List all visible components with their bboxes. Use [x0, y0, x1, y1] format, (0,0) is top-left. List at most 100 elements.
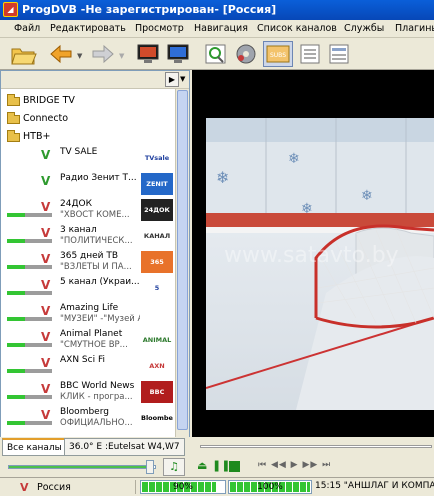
channel-row[interactable]: V 5 канал (Украи... 5	[5, 276, 175, 302]
audio-note-icon[interactable]: ♫	[163, 458, 185, 476]
back-arrow-icon	[50, 44, 72, 64]
channel-logo: Bloomberg	[141, 407, 173, 429]
subtitles-button[interactable]: SUBS	[263, 41, 293, 67]
epg-icon	[205, 44, 226, 64]
channel-status-v-icon: V	[41, 408, 51, 422]
video-frame: ❄ ❄ ❄ ❄ www.satavto.by	[206, 118, 434, 410]
rewind-controls-icon[interactable]: ⏮ ◀◀ ▶ ▶▶ ⏭	[258, 460, 331, 470]
channel-name: 24ДОК	[60, 199, 92, 209]
record-button[interactable]	[232, 41, 260, 67]
seek-bar-area	[192, 437, 434, 457]
channel-row[interactable]: V 3 канал "ПОЛИТИЧЕСК... КАНАЛ	[5, 224, 175, 250]
signal-fill	[7, 421, 25, 425]
channel-signal-bar	[7, 239, 52, 243]
menu-file[interactable]: Файл	[14, 23, 40, 34]
open-button[interactable]	[8, 41, 38, 67]
menu-plugins[interactable]: Плагины	[395, 23, 434, 34]
channel-name: 3 канал	[60, 225, 97, 235]
monitor-icon	[167, 44, 189, 63]
folder-connecto[interactable]: Connecto	[5, 110, 175, 128]
channel-program: "ХВОСТ КОМЕ...	[60, 210, 130, 220]
folder-bridge-tv[interactable]: BRIDGE TV	[5, 92, 175, 110]
stop-icon[interactable]	[229, 461, 240, 472]
tab-all-channels[interactable]: Все каналы	[2, 438, 67, 456]
forward-button[interactable]	[88, 41, 118, 67]
pause-icon[interactable]: ❚❚	[212, 459, 230, 472]
channel-status-v-icon: V	[41, 200, 51, 214]
signal-fill	[7, 265, 25, 269]
region-v-icon: V	[20, 481, 29, 494]
channel-program: ОФИЦИАЛЬНО...	[60, 418, 133, 428]
watermark-text: www.satavto.by	[224, 243, 399, 268]
channel-program: КЛИК - програ...	[60, 392, 133, 402]
list-icon	[300, 44, 320, 64]
volume-thumb[interactable]	[146, 460, 154, 474]
channel-name: Animal Planet	[60, 329, 123, 339]
signal-empty	[25, 317, 52, 321]
signal-empty	[25, 421, 52, 425]
signal-empty	[25, 213, 52, 217]
channel-status-v-icon: V	[41, 148, 51, 162]
channel-row[interactable]: V BBC World NewsКЛИК - програ... BBC WORLD…	[5, 380, 175, 406]
menu-edit[interactable]: Редактировать	[50, 23, 126, 34]
volume-slider[interactable]	[8, 465, 156, 469]
channel-signal-bar	[7, 343, 52, 347]
folder-icon	[7, 94, 20, 106]
open-folder-icon	[11, 48, 37, 65]
signal-fill	[7, 369, 25, 373]
toolbar: ▼ ▼ SUBS	[0, 38, 434, 70]
signal-empty	[25, 395, 52, 399]
subtitles-icon: SUBS	[266, 45, 290, 63]
channel-program: "ПОЛИТИЧЕСК...	[60, 236, 133, 246]
chevron-down-icon[interactable]: ▼	[180, 75, 185, 83]
signal-fill	[7, 317, 25, 321]
monitor-button-1[interactable]	[134, 41, 162, 67]
channel-row[interactable]: V Animal Planet "СМУТНОЕ ВР... ANIMAL	[5, 328, 175, 354]
signal-empty	[25, 291, 52, 295]
channel-status-v-icon: V	[41, 252, 51, 266]
channel-logo: 24ДОК	[141, 199, 173, 221]
monitor-button-2[interactable]	[164, 41, 192, 67]
seek-slider[interactable]	[200, 445, 432, 448]
svg-text:❄: ❄	[216, 168, 229, 187]
forward-arrow-icon	[92, 44, 114, 64]
monitor-icon	[137, 44, 159, 63]
forward-dropdown-icon[interactable]: ▼	[119, 52, 124, 60]
signal-quality-bar: 100%	[228, 480, 312, 494]
channel-name: Радио Зенит Т...	[60, 173, 137, 183]
channel-logo: BBC WORLD NEWS	[141, 381, 173, 403]
menu-services[interactable]: Службы	[344, 23, 384, 34]
channel-row[interactable]: V AXN Sci Fi AXN	[5, 354, 175, 380]
back-dropdown-icon[interactable]: ▼	[77, 52, 82, 60]
eject-icon[interactable]: ⏏	[197, 459, 207, 472]
channel-row[interactable]: VBloombergОФИЦИАЛЬНО...Bloomberg	[5, 406, 175, 432]
signal-fill	[7, 291, 25, 295]
folder-ntv-plus[interactable]: НТВ+	[5, 128, 175, 146]
channel-status-v-icon: V	[41, 174, 51, 188]
tab-satellite[interactable]: 36.0° E :Eutelsat W4,W7	[64, 438, 185, 456]
channel-row[interactable]: V 24ДОК "ХВОСТ КОМЕ... 24ДОК	[5, 198, 175, 224]
window-title: ProgDVB -Не зарегистрирован- [Россия]	[22, 3, 277, 16]
menu-channel-list[interactable]: Список каналов	[257, 23, 337, 34]
channel-row[interactable]: V Amazing Life"МУЗЕИ" -"Музей Аль...	[5, 302, 175, 328]
grid-button[interactable]	[326, 41, 352, 67]
channel-row[interactable]: V 365 дней ТВ "ВЗЛЕТЫ И ПА... 365	[5, 250, 175, 276]
channel-name: Bloomberg	[60, 407, 109, 417]
epg-button[interactable]	[202, 41, 230, 67]
list-button[interactable]	[297, 41, 323, 67]
video-area[interactable]: ❄ ❄ ❄ ❄ www.satavto.by	[192, 70, 434, 437]
menu-navigation[interactable]: Навигация	[194, 23, 248, 34]
back-button[interactable]	[46, 41, 76, 67]
channel-list-scrollbar[interactable]	[175, 89, 189, 459]
channel-signal-bar	[7, 421, 52, 425]
channel-signal-bar	[7, 317, 52, 321]
current-program-text: 15:15 "АНШЛАГ И КОМПАН...	[315, 481, 434, 491]
play-arrow-icon[interactable]: ▶	[165, 72, 179, 87]
signal-fill	[7, 343, 25, 347]
channel-signal-bar	[7, 291, 52, 295]
channel-status-v-icon: V	[41, 382, 51, 396]
menu-view[interactable]: Просмотр	[135, 23, 184, 34]
channel-row[interactable]: V TV SALE TVsale	[5, 146, 175, 172]
channel-row[interactable]: V Радио Зенит Т... ZENIT	[5, 172, 175, 198]
scrollbar-thumb[interactable]	[177, 90, 188, 430]
